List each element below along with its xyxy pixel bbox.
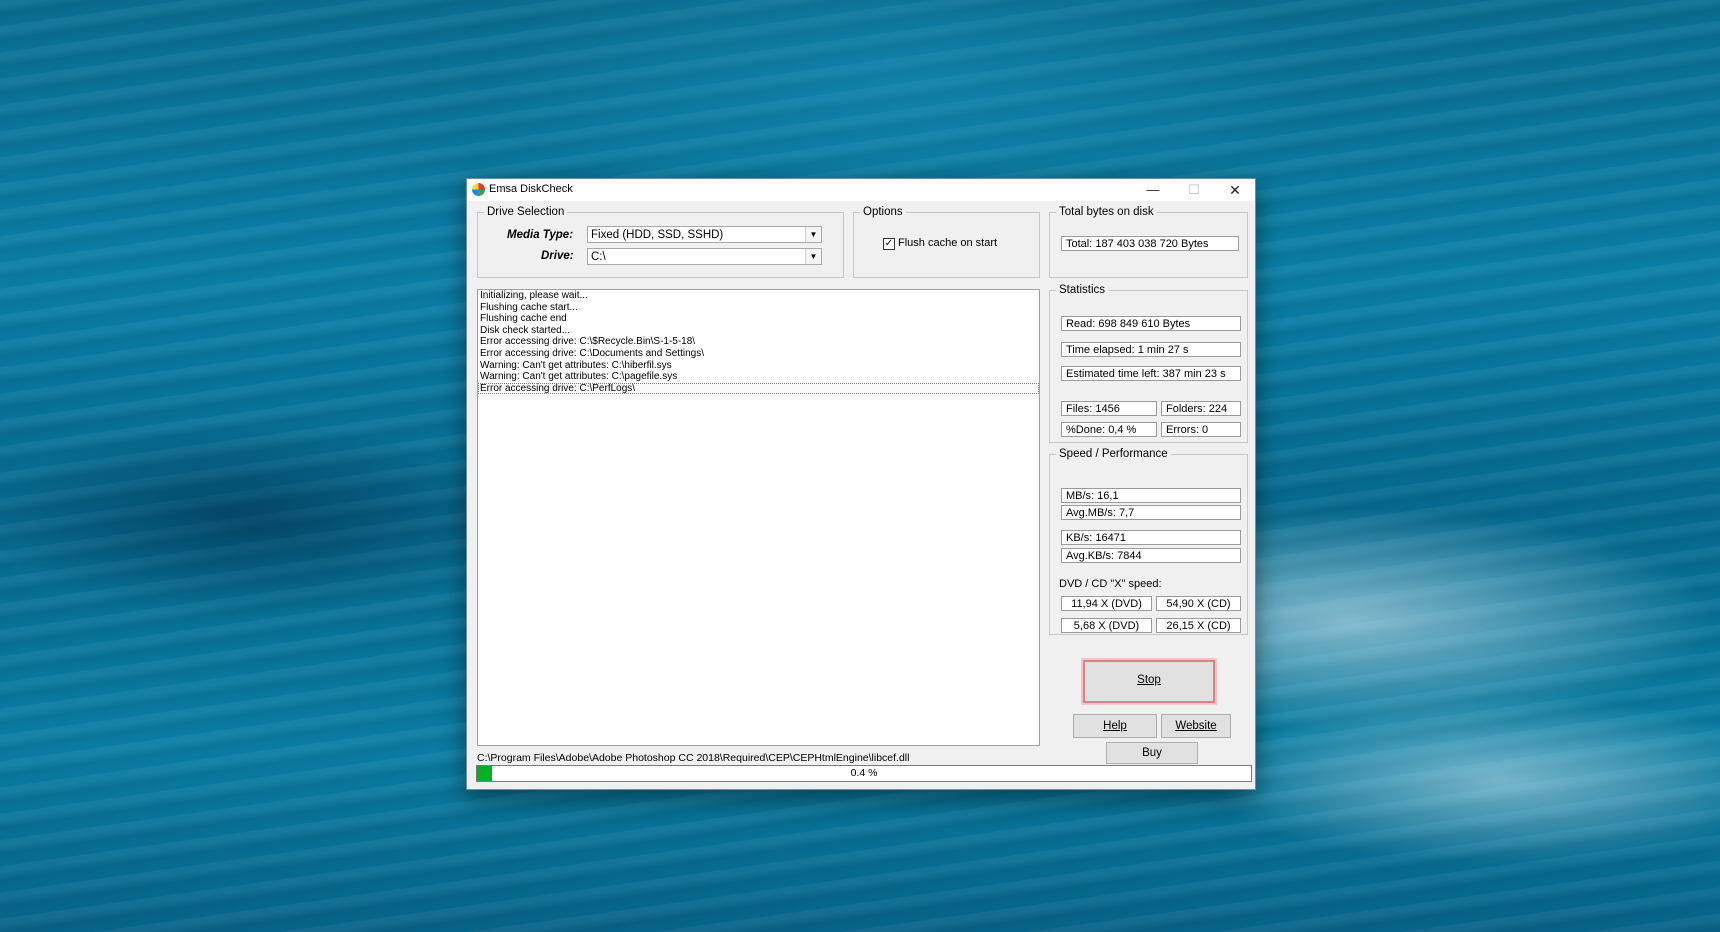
avg-mbs-value: Avg.MB/s: 7,7 (1061, 505, 1241, 520)
progress-text: 0.4 % (850, 767, 878, 779)
total-bytes-legend: Total bytes on disk (1059, 206, 1154, 218)
speed-performance-legend: Speed / Performance (1059, 448, 1168, 460)
options-legend: Options (863, 206, 903, 218)
dvd-speed-value: 11,94 X (DVD) (1061, 596, 1152, 611)
drive-select[interactable]: C:\ ▼ (587, 248, 822, 265)
maximize-button[interactable]: ☐ (1174, 179, 1214, 201)
log-list[interactable]: Initializing, please wait... Flushing ca… (477, 289, 1040, 746)
files-count: Files: 1456 (1061, 401, 1157, 416)
statistics-group: Statistics (1049, 284, 1248, 443)
log-line: Warning: Can't get attributes: C:\hiberf… (480, 359, 672, 371)
time-left-value: Estimated time left: 387 min 23 s (1061, 366, 1241, 381)
website-button[interactable]: Website (1161, 714, 1231, 738)
folders-count: Folders: 224 (1161, 401, 1241, 416)
current-file-path: C:\Program Files\Adobe\Adobe Photoshop C… (477, 752, 910, 764)
title-bar[interactable]: Emsa DiskCheck — ☐ ✕ (467, 179, 1255, 201)
minimize-button[interactable]: — (1133, 179, 1173, 201)
read-bytes-value: Read: 698 849 610 Bytes (1061, 316, 1241, 331)
avg-cd-speed-value: 26,15 X (CD) (1156, 618, 1241, 633)
stop-button[interactable]: Stop (1081, 658, 1217, 705)
cd-speed-value: 54,90 X (CD) (1156, 596, 1241, 611)
avg-kbs-value: Avg.KB/s: 7844 (1061, 548, 1241, 563)
total-bytes-value: Total: 187 403 038 720 Bytes (1061, 236, 1239, 251)
log-line: Error accessing drive: C:\Documents and … (480, 347, 704, 359)
close-button[interactable]: ✕ (1215, 179, 1255, 201)
kbs-value: KB/s: 16471 (1061, 530, 1241, 545)
x-speed-label: DVD / CD "X" speed: (1059, 578, 1162, 590)
media-type-select[interactable]: Fixed (HDD, SSD, SSHD) ▼ (587, 226, 822, 243)
avg-dvd-speed-value: 5,68 X (DVD) (1061, 618, 1152, 633)
buy-button[interactable]: Buy (1106, 742, 1198, 764)
diskcheck-window: Emsa DiskCheck — ☐ ✕ Drive Selection Med… (466, 178, 1256, 790)
media-type-label: Media Type: (507, 229, 574, 241)
chevron-down-icon[interactable]: ▼ (805, 227, 821, 242)
time-elapsed-value: Time elapsed: 1 min 27 s (1061, 342, 1241, 357)
drive-selection-legend: Drive Selection (487, 206, 565, 218)
chevron-down-icon[interactable]: ▼ (805, 249, 821, 264)
log-line: Error accessing drive: C:\$Recycle.Bin\S… (480, 336, 696, 348)
log-line: Disk check started... (480, 324, 571, 336)
log-line: Flushing cache start... (480, 301, 578, 313)
errors-count: Errors: 0 (1161, 422, 1241, 437)
media-type-value: Fixed (HDD, SSD, SSHD) (591, 229, 724, 241)
log-line-selected[interactable]: Error accessing drive: C:\PerfLogs\ (478, 382, 1039, 395)
flush-cache-label: Flush cache on start (898, 237, 998, 249)
app-logo-icon (472, 183, 485, 196)
drive-label: Drive: (541, 250, 574, 262)
log-line: Initializing, please wait... (480, 290, 588, 301)
progress-bar: 0.4 % (476, 765, 1252, 782)
flush-cache-checkbox[interactable]: ✓ (883, 238, 895, 250)
log-line: Flushing cache end (480, 313, 567, 325)
drive-value: C:\ (591, 251, 606, 263)
help-button[interactable]: Help (1073, 714, 1157, 738)
window-title: Emsa DiskCheck (489, 183, 573, 195)
statistics-legend: Statistics (1059, 284, 1106, 296)
mbs-value: MB/s: 16,1 (1061, 488, 1241, 503)
percent-done-value: %Done: 0,4 % (1061, 422, 1157, 437)
log-line: Warning: Can't get attributes: C:\pagefi… (480, 371, 678, 383)
